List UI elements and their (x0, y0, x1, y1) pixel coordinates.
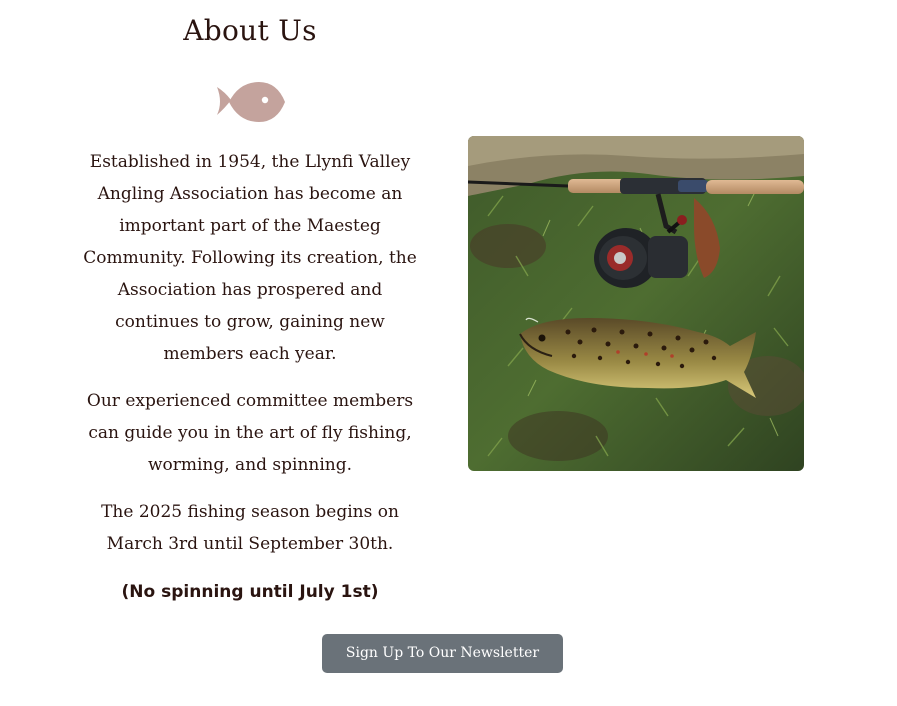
about-paragraph-season: The 2025 fishing season begins on March … (101, 502, 399, 554)
about-section: About Us Established in 1954, the Llynfi… (70, 0, 430, 608)
about-paragraph-history: Established in 1954, the Llynfi Valley A… (83, 152, 417, 364)
trout-photo-image (468, 136, 804, 471)
newsletter-signup-button[interactable]: Sign Up To Our Newsletter (322, 634, 563, 673)
trout-photo (468, 136, 804, 471)
about-paragraph-spinning-note: (No spinning until July 1st) (121, 582, 379, 602)
page-title: About Us (183, 14, 317, 47)
about-paragraph-committee: Our experienced committee members can gu… (86, 391, 414, 475)
fish-icon (217, 82, 285, 122)
